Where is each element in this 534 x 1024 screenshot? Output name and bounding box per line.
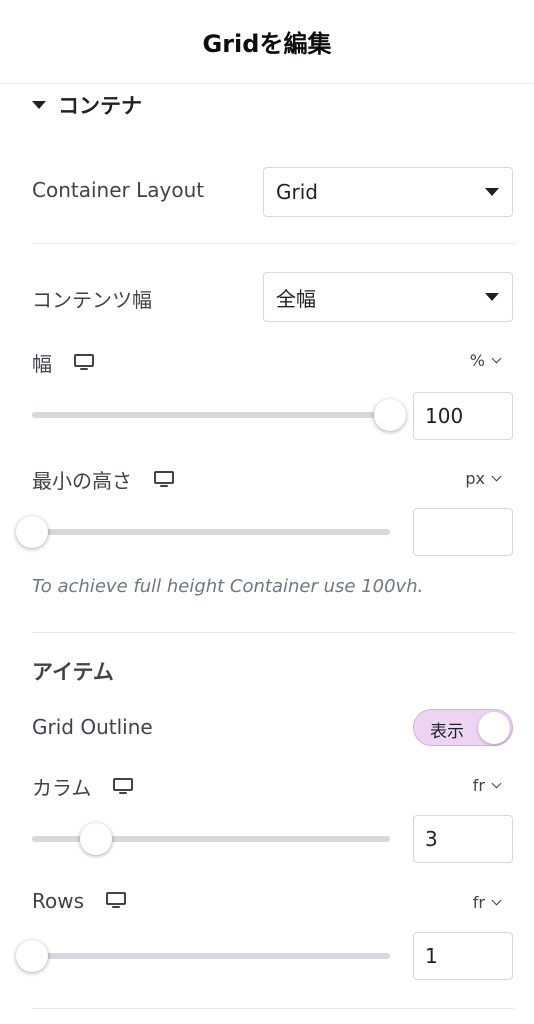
desktop-icon[interactable] xyxy=(154,470,174,489)
min-height-unit-selector[interactable]: px xyxy=(465,469,502,488)
items-heading: アイテム xyxy=(32,660,114,684)
chevron-down-icon xyxy=(491,353,502,364)
min-height-note: To achieve full height Container use 100… xyxy=(32,576,424,597)
content-width-value: 全幅 xyxy=(276,286,316,311)
container-layout-label-text: Container Layout xyxy=(32,178,205,202)
chevron-down-icon xyxy=(491,778,502,789)
width-unit-value: % xyxy=(469,351,485,370)
container-layout-value: Grid xyxy=(276,180,318,204)
section-title: コンテナ xyxy=(58,94,142,118)
grid-outline-toggle-label: 表示 xyxy=(430,722,464,742)
chevron-down-icon xyxy=(485,188,499,196)
min-height-label: 最小の高さ xyxy=(32,465,174,494)
min-height-label-text: 最小の高さ xyxy=(32,469,132,493)
divider xyxy=(32,243,514,244)
columns-unit-value: fr xyxy=(472,776,485,795)
width-slider-thumb[interactable] xyxy=(374,399,406,431)
rows-slider-track[interactable] xyxy=(16,940,390,972)
columns-slider-track[interactable] xyxy=(32,823,390,855)
width-input-value: 100 xyxy=(425,404,464,428)
width-input[interactable]: 100 xyxy=(413,392,513,440)
columns-label-text: カラム xyxy=(32,776,92,800)
container-layout-label: Container Layout xyxy=(32,178,204,202)
chevron-down-icon xyxy=(491,895,502,906)
container-layout-select[interactable]: Grid xyxy=(263,167,513,217)
columns-input[interactable]: 3 xyxy=(413,815,513,863)
divider xyxy=(32,1008,514,1009)
rows-unit-selector[interactable]: fr xyxy=(472,893,502,912)
rows-label-text: Rows xyxy=(32,889,85,913)
grid-outline-label: Grid Outline xyxy=(32,715,153,739)
min-height-unit-value: px xyxy=(465,469,485,488)
min-height-slider-thumb[interactable] xyxy=(16,516,48,548)
width-unit-selector[interactable]: % xyxy=(469,351,502,370)
content-width-label: コンテンツ幅 xyxy=(32,284,152,313)
divider xyxy=(32,632,514,633)
content-width-select[interactable]: 全幅 xyxy=(263,272,513,322)
columns-unit-selector[interactable]: fr xyxy=(472,776,502,795)
grid-outline-toggle[interactable]: 表示 xyxy=(413,709,513,746)
rows-label: Rows xyxy=(32,889,127,913)
min-height-input[interactable] xyxy=(413,508,513,556)
page-title: Gridを編集 xyxy=(202,30,332,58)
width-label-text: 幅 xyxy=(32,352,52,376)
columns-label: カラム xyxy=(32,772,134,801)
chevron-down-icon xyxy=(485,293,499,301)
panel-header: Gridを編集 xyxy=(0,0,534,84)
desktop-icon[interactable] xyxy=(106,892,127,910)
rows-input[interactable]: 1 xyxy=(413,932,513,980)
rows-input-value: 1 xyxy=(425,944,438,968)
chevron-down-icon xyxy=(491,471,502,482)
columns-slider-thumb[interactable] xyxy=(80,823,113,855)
rows-unit-value: fr xyxy=(472,893,485,912)
content-width-label-text: コンテンツ幅 xyxy=(32,288,152,312)
desktop-icon[interactable] xyxy=(74,353,94,372)
min-height-slider-track[interactable] xyxy=(16,516,390,548)
section-toggle-container[interactable]: コンテナ xyxy=(32,90,142,120)
desktop-icon[interactable] xyxy=(113,777,134,796)
columns-input-value: 3 xyxy=(425,827,438,851)
caret-down-icon xyxy=(32,101,46,109)
grid-outline-label-text: Grid Outline xyxy=(32,715,153,739)
width-label: 幅 xyxy=(32,348,94,377)
toggle-knob xyxy=(478,712,510,744)
width-slider-track[interactable] xyxy=(32,399,406,431)
rows-slider-thumb[interactable] xyxy=(16,940,48,972)
